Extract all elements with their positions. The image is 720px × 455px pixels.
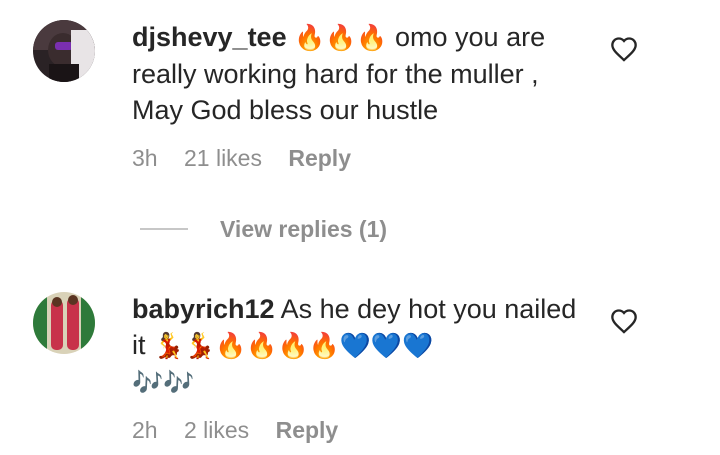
profile-photo-icon (33, 292, 95, 354)
heart-icon[interactable] (610, 36, 638, 62)
comment-emojis: 🔥🔥🔥 (294, 23, 388, 52)
avatar[interactable] (33, 292, 95, 354)
avatar[interactable] (33, 20, 95, 82)
comment-text: babyrich12 As he dey hot you nailed it 💃… (132, 291, 582, 401)
view-replies-label: View replies (1) (220, 215, 388, 242)
comment-emojis: 🎶🎶 (132, 368, 195, 397)
reply-button[interactable]: Reply (276, 417, 339, 443)
comment-time: 2h (132, 417, 158, 443)
comment-likes[interactable]: 2 likes (184, 417, 249, 443)
comment-time: 3h (132, 145, 158, 171)
comment-username[interactable]: babyrich12 (132, 294, 275, 324)
heart-icon[interactable] (610, 308, 638, 334)
comment-username[interactable]: djshevy_tee (132, 22, 287, 52)
profile-photo-icon (33, 20, 95, 82)
divider-line (140, 228, 188, 230)
view-replies-button[interactable]: View replies (1) (140, 212, 387, 246)
comment-likes[interactable]: 21 likes (184, 145, 262, 171)
comment-emojis: 💃💃🔥🔥🔥🔥💙💙💙 (153, 331, 434, 360)
comment-text: djshevy_tee 🔥🔥🔥 omo you are really worki… (132, 19, 582, 128)
reply-button[interactable]: Reply (288, 145, 351, 171)
comment-meta: 3h 21 likes Reply (132, 145, 371, 172)
comment-meta: 2h 2 likes Reply (132, 417, 358, 444)
